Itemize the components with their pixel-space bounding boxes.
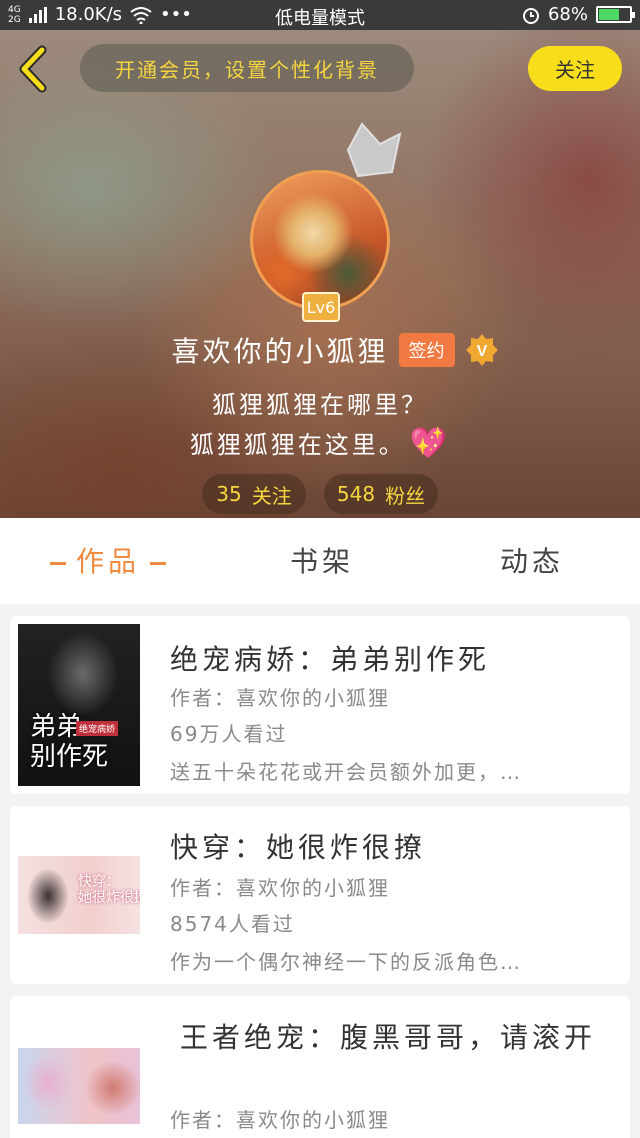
battery-percent: 68% xyxy=(547,4,588,25)
book-views: 8574人看过 xyxy=(170,912,295,936)
follow-button[interactable]: 关注 xyxy=(528,46,622,91)
following-stat[interactable]: 35 关注 xyxy=(202,474,306,514)
alarm-icon xyxy=(522,7,539,24)
profile-tabs: 作品 书架 动态 xyxy=(0,518,640,604)
name-row: 喜欢你的小狐狸 签约 V xyxy=(0,330,640,370)
svg-text:V: V xyxy=(476,343,487,360)
following-count: 35 xyxy=(216,482,242,506)
tab-feed[interactable]: 动态 xyxy=(500,540,564,580)
tab-shelf[interactable]: 书架 xyxy=(290,540,354,580)
battery-fill xyxy=(599,9,620,20)
crown-icon xyxy=(346,122,402,178)
back-icon[interactable] xyxy=(12,44,56,94)
tab-works-label: 作品 xyxy=(76,545,141,578)
book-card[interactable]: 王者绝宠：腹黑哥哥，请滚开 作者：喜欢你的小狐狸 xyxy=(10,996,630,1138)
book-author: 作者：喜欢你的小狐狸 xyxy=(170,686,390,710)
sparkling-heart-icon: 💖 xyxy=(409,426,451,461)
verified-v-icon: V xyxy=(465,334,498,366)
book-views: 69万人看过 xyxy=(170,722,288,746)
avatar[interactable] xyxy=(250,170,390,310)
level-badge: Lv6 xyxy=(302,292,340,322)
following-label: 关注 xyxy=(251,483,292,508)
book-cover-tag: 绝宠病娇 xyxy=(76,721,119,736)
book-card[interactable]: 快穿： 她很炸很撩 快穿：她很炸很撩 作者：喜欢你的小狐狸 8574人看过 作为… xyxy=(10,806,630,984)
profile-header: 开通会员，设置个性化背景 关注 Lv6 喜欢你的小狐狸 签约 V 狐狸狐狸在哪里… xyxy=(0,30,640,518)
book-description: 送五十朵花花或开会员额外加更，… xyxy=(170,760,522,784)
book-cover xyxy=(18,1048,140,1124)
battery-icon xyxy=(596,6,635,23)
book-title: 王者绝宠：腹黑哥哥，请滚开 xyxy=(180,1021,597,1054)
signed-badge: 签约 xyxy=(398,333,455,367)
book-cover: 快穿： 她很炸很撩 xyxy=(18,856,140,934)
bio-line-2-text: 狐狸狐狸在这里。 xyxy=(189,431,406,459)
tab-works[interactable]: 作品 xyxy=(40,540,176,580)
book-title: 绝宠病娇：弟弟别作死 xyxy=(170,643,491,676)
status-bar: 4G 2G 18.0K/s ••• 低电量模式 68% xyxy=(0,0,640,30)
bio-line-2: 狐狸狐狸在这里。 💖 xyxy=(0,425,640,461)
book-card[interactable]: 弟弟 别作死 绝宠病娇 绝宠病娇：弟弟别作死 作者：喜欢你的小狐狸 69万人看过… xyxy=(10,616,630,794)
tab-active-dash-right xyxy=(150,561,167,565)
book-cover-title: 快穿： 她很炸很撩 xyxy=(78,874,140,906)
vip-background-banner[interactable]: 开通会员，设置个性化背景 xyxy=(80,44,414,92)
fans-count: 548 xyxy=(336,482,376,506)
book-author: 作者：喜欢你的小狐狸 xyxy=(170,876,390,900)
book-description: 作为一个偶尔神经一下的反派角色… xyxy=(170,950,522,974)
tab-active-dash-left xyxy=(50,561,66,565)
cover-title-text: 快穿： 她很炸很撩 xyxy=(78,874,140,906)
status-right: 68% xyxy=(522,4,635,25)
book-cover: 弟弟 别作死 绝宠病娇 xyxy=(18,624,140,786)
fans-label: 粉丝 xyxy=(385,483,426,508)
fans-stat[interactable]: 548 粉丝 xyxy=(324,474,438,514)
username: 喜欢你的小狐狸 xyxy=(171,335,389,368)
book-title: 快穿：她很炸很撩 xyxy=(170,831,427,864)
book-author: 作者：喜欢你的小狐狸 xyxy=(170,1108,390,1132)
bio-line-1: 狐狸狐狸在哪里？ xyxy=(212,391,428,419)
